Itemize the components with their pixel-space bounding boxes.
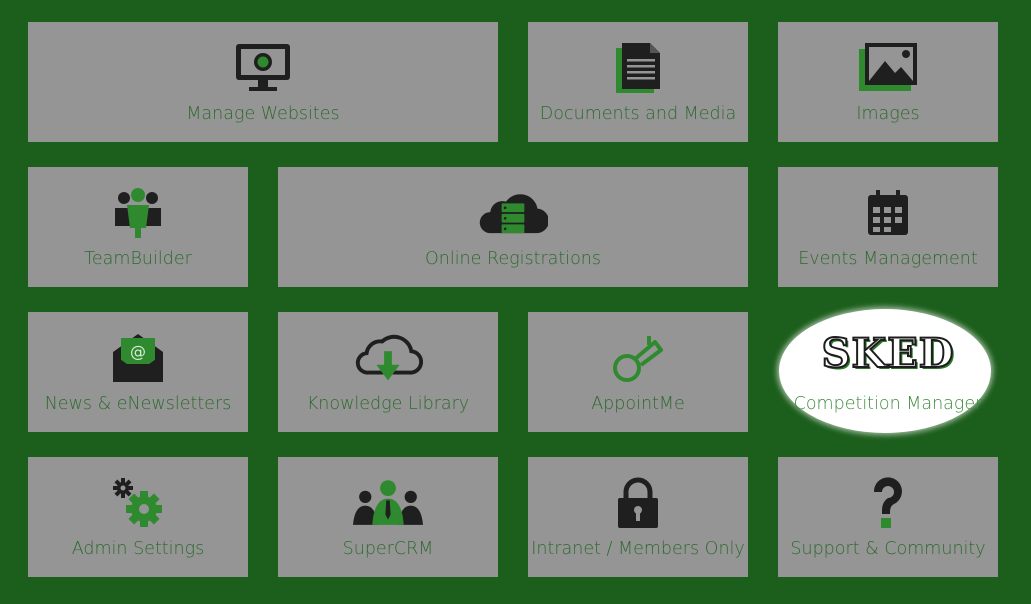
document-icon [603, 36, 673, 100]
tile-intranet-members-only[interactable]: Intranet / Members Only [528, 457, 748, 577]
tile-label: Competition Manager [793, 394, 983, 414]
cloud-download-icon [353, 326, 423, 390]
gears-icon [103, 471, 173, 535]
tile-label: Manage Websites [186, 104, 340, 124]
sked-logo: SKED [821, 329, 955, 378]
tile-images[interactable]: Images [778, 22, 998, 142]
team-icon [103, 181, 173, 245]
question-mark-icon [853, 471, 923, 535]
padlock-icon [603, 471, 673, 535]
tile-label: AppointMe [591, 394, 685, 414]
tile-manage-websites[interactable]: Manage Websites [28, 22, 498, 142]
tile-appointme[interactable]: AppointMe [528, 312, 748, 432]
tile-events-management[interactable]: Events Management [778, 167, 998, 287]
tile-label: Intranet / Members Only [531, 539, 745, 559]
tile-admin-settings[interactable]: Admin Settings [28, 457, 248, 577]
tile-label: Documents and Media [539, 104, 737, 124]
tile-label: Support & Community [790, 539, 986, 559]
tile-label: TeamBuilder [84, 249, 192, 269]
tile-label: SuperCRM [342, 539, 434, 559]
tile-label: Events Management [798, 249, 978, 269]
tile-label: Online Registrations [424, 249, 602, 269]
people-group-icon [353, 471, 423, 535]
email-envelope-icon: @ [103, 326, 173, 390]
svg-text:@: @ [130, 342, 146, 361]
tile-teambuilder[interactable]: TeamBuilder [28, 167, 248, 287]
monitor-icon [228, 36, 298, 100]
whistle-icon [603, 326, 673, 390]
tile-news-enewsletters[interactable]: @ News & eNewsletters [28, 312, 248, 432]
tile-label: News & eNewsletters [44, 394, 232, 414]
calendar-icon [853, 181, 923, 245]
tile-online-registrations[interactable]: Online Registrations [278, 167, 748, 287]
tile-label: Admin Settings [71, 539, 205, 559]
tile-knowledge-library[interactable]: Knowledge Library [278, 312, 498, 432]
tile-supercrm[interactable]: SuperCRM [278, 457, 498, 577]
cloud-server-icon [478, 181, 548, 245]
tile-documents-and-media[interactable]: Documents and Media [528, 22, 748, 142]
tile-label: Images [856, 104, 920, 124]
tile-competition-manager[interactable]: SKED Competition Manager [778, 312, 998, 432]
tile-support-community[interactable]: Support & Community [778, 457, 998, 577]
image-icon [853, 36, 923, 100]
tile-label: Knowledge Library [306, 394, 470, 414]
